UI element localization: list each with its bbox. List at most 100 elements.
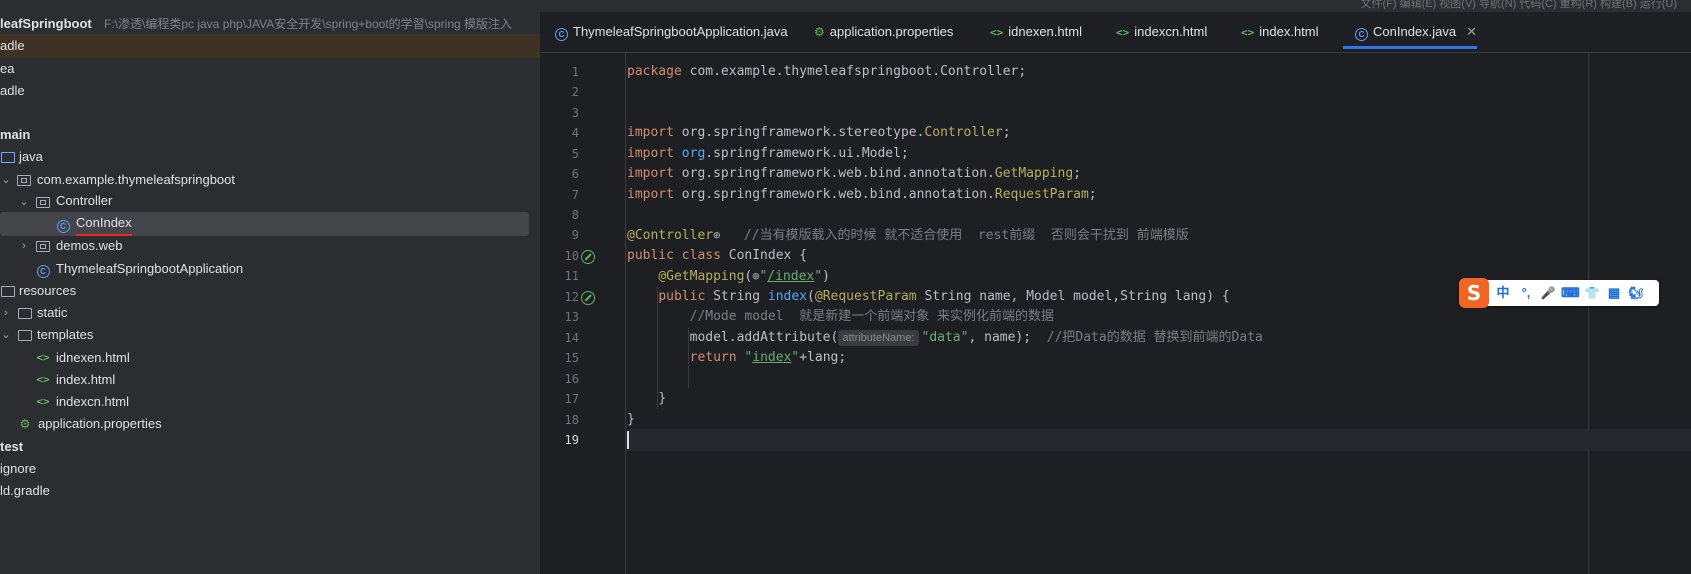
- web-endpoint-icon[interactable]: ⊕: [713, 228, 720, 242]
- tree-item-demos-web[interactable]: › demos.web: [0, 234, 540, 258]
- tree-item-main[interactable]: main: [0, 123, 540, 147]
- folder-icon: [0, 279, 16, 303]
- code-line-19[interactable]: [627, 429, 1691, 451]
- tree-item-label: test: [0, 439, 24, 454]
- chevron-right-icon[interactable]: ›: [18, 234, 30, 258]
- tree-item-label: main: [0, 127, 31, 142]
- spring-class-icon: C: [35, 257, 51, 281]
- class-icon: C: [1355, 28, 1368, 41]
- tree-item-java[interactable]: java: [0, 145, 540, 169]
- class-icon: C: [555, 28, 568, 41]
- tab-conindex-java[interactable]: C ConIndex.java ✕: [1343, 12, 1477, 49]
- chevron-down-icon[interactable]: ⌄: [18, 190, 30, 214]
- tree-item-label: ea: [0, 61, 15, 76]
- keyboard-icon[interactable]: ⌨: [1561, 283, 1580, 303]
- skin-icon[interactable]: 👕: [1583, 283, 1601, 303]
- close-icon[interactable]: ✕: [1466, 24, 1477, 39]
- tree-item-index-html[interactable]: <> index.html: [0, 368, 540, 392]
- tree-item-controller[interactable]: ⌄ Controller: [0, 190, 540, 214]
- tab-idnexen-html[interactable]: <> idnexen.html: [990, 12, 1082, 52]
- code-line-1: package com.example.thymeleafspringboot.…: [627, 64, 1027, 79]
- chevron-down-icon[interactable]: ⌄: [0, 323, 12, 347]
- tree-item-application-properties[interactable]: ⚙ application.properties: [0, 412, 540, 436]
- code-line-14: model.addAttribute(attributeName: "data",…: [689, 330, 1263, 346]
- tree-item-idea[interactable]: ea: [0, 57, 540, 81]
- tree-item-idnexen-html[interactable]: <> idnexen.html: [0, 346, 540, 370]
- line-number: 8: [571, 208, 579, 222]
- spring-mapping-gutter-icon[interactable]: [581, 291, 595, 305]
- tree-item-application-class[interactable]: C ThymeleafSpringbootApplication: [0, 257, 540, 281]
- tree-item-indexcn-html[interactable]: <> indexcn.html: [0, 390, 540, 414]
- tree-item-gradle[interactable]: adle: [0, 34, 540, 58]
- html-icon: <>: [1116, 26, 1130, 39]
- tree-item-label: Controller: [56, 191, 113, 214]
- tree-item-label: java: [19, 149, 43, 164]
- tab-label: ConIndex.java: [1373, 24, 1457, 39]
- package-icon: [35, 190, 51, 214]
- line-number: 18: [564, 413, 579, 427]
- tree-item-label: templates: [37, 327, 94, 342]
- tree-item-label: application.properties: [38, 416, 162, 431]
- package-icon: [35, 234, 51, 258]
- line-number: 10: [564, 249, 579, 263]
- tab-indexcn-html[interactable]: <> indexcn.html: [1116, 12, 1207, 52]
- folder-icon: [17, 323, 33, 347]
- code-line-17: }: [658, 391, 667, 406]
- code-line-9: @Controller⊕ //当有模版载入的时候 就不适合使用 rest前缀 否…: [627, 228, 1189, 243]
- line-number: 15: [564, 351, 579, 365]
- tree-item-resources[interactable]: resources: [0, 279, 540, 303]
- tree-item-label: static: [37, 305, 68, 320]
- spring-bean-gutter-icon[interactable]: [581, 250, 595, 264]
- code-line-7: import org.springframework.web.bind.anno…: [627, 187, 1097, 202]
- tree-item-gradle-dir[interactable]: adle: [0, 79, 540, 103]
- tree-item-label: ignore: [0, 461, 37, 476]
- html-icon: <>: [1241, 26, 1255, 39]
- code-line-10: public class ConIndex {: [627, 248, 808, 263]
- text-caret: [627, 430, 629, 449]
- line-number: 12: [564, 290, 579, 304]
- tree-item-static[interactable]: › static: [0, 301, 540, 325]
- tree-item-test[interactable]: test: [0, 435, 540, 459]
- line-number: 19: [564, 433, 579, 447]
- properties-icon: ⚙: [814, 25, 825, 39]
- line-number: 5: [571, 147, 579, 161]
- tree-item-package-root[interactable]: ⌄ com.example.thymeleafspringboot: [0, 168, 540, 192]
- microphone-icon[interactable]: 🎤: [1539, 283, 1557, 303]
- package-icon: [16, 168, 32, 192]
- tree-item-build-gradle[interactable]: ld.gradle: [0, 479, 540, 503]
- folder-icon: [0, 145, 16, 169]
- html-icon: <>: [990, 26, 1004, 39]
- tree-item-conindex[interactable]: C ConIndex: [0, 212, 529, 236]
- tab-label: ThymeleafSpringbootApplication.java: [573, 24, 788, 39]
- tab-thymeleaf-application[interactable]: C ThymeleafSpringbootApplication.java: [555, 12, 788, 52]
- tab-application-properties[interactable]: ⚙ application.properties: [814, 12, 953, 52]
- html-icon: <>: [36, 373, 50, 386]
- tab-label: application.properties: [829, 24, 954, 39]
- tree-item-label: resources: [19, 283, 77, 298]
- line-number: 9: [571, 228, 579, 242]
- class-icon: C: [55, 212, 71, 236]
- code-area[interactable]: package com.example.thymeleafspringboot.…: [627, 53, 1691, 574]
- tab-label: index.html: [1259, 24, 1319, 39]
- chevron-down-icon[interactable]: ⌄: [0, 168, 12, 192]
- mascot-icon[interactable]: 🐿: [1627, 283, 1645, 303]
- chevron-right-icon[interactable]: ›: [0, 301, 12, 325]
- tree-item-gitignore[interactable]: ignore: [0, 457, 540, 481]
- ime-lang-toggle[interactable]: 中: [1494, 283, 1512, 303]
- ime-punctuation-icon[interactable]: °,: [1517, 283, 1535, 303]
- tree-item-label: adle: [0, 83, 25, 98]
- tree-root[interactable]: leafSpringboot F:\渗透\编程类pc java php\JAVA…: [0, 12, 540, 36]
- tab-index-html[interactable]: <> index.html: [1241, 12, 1319, 52]
- tab-label: idnexen.html: [1008, 24, 1082, 39]
- tree-item-templates[interactable]: ⌄ templates: [0, 323, 540, 347]
- line-number: 4: [571, 126, 579, 140]
- html-icon: <>: [36, 395, 50, 408]
- line-number: 2: [571, 85, 579, 99]
- sogou-logo-icon[interactable]: S: [1459, 278, 1489, 308]
- project-tree-panel: leafSpringboot F:\渗透\编程类pc java php\JAVA…: [0, 12, 541, 574]
- toolbox-icon[interactable]: ▦: [1605, 283, 1623, 303]
- tree-item-label: ld.gradle: [0, 483, 50, 498]
- line-number: 14: [564, 331, 579, 345]
- project-path: F:\渗透\编程类pc java php\JAVA安全开发\spring+boo…: [104, 17, 513, 31]
- html-icon: <>: [36, 351, 50, 364]
